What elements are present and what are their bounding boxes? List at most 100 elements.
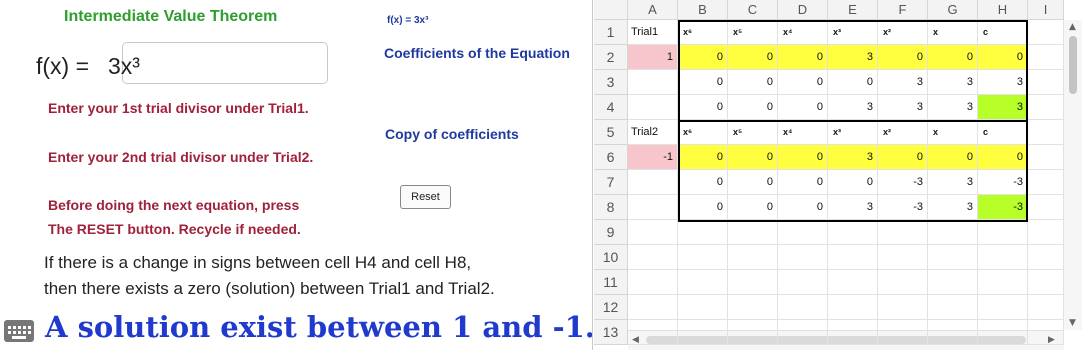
cell-a8[interactable] [628, 195, 678, 220]
cell-a1[interactable]: Trial1 [628, 20, 678, 45]
cell-e3[interactable]: 0 [828, 70, 878, 95]
cell-i10[interactable] [1028, 245, 1064, 270]
cell-g6[interactable]: 0 [928, 145, 978, 170]
cell-d9[interactable] [778, 220, 828, 245]
cell-i6[interactable] [1028, 145, 1064, 170]
cell-c12[interactable] [728, 295, 778, 320]
cell-a12[interactable] [628, 295, 678, 320]
column-header-d[interactable]: D [778, 0, 828, 20]
cell-c1[interactable]: x⁵ [728, 20, 778, 45]
cell-f11[interactable] [878, 270, 928, 295]
cell-c8[interactable]: 0 [728, 195, 778, 220]
cell-d4[interactable]: 0 [778, 95, 828, 120]
cell-f7[interactable]: -3 [878, 170, 928, 195]
cell-h9[interactable] [978, 220, 1028, 245]
cell-i2[interactable] [1028, 45, 1064, 70]
cell-g4[interactable]: 3 [928, 95, 978, 120]
cell-h10[interactable] [978, 245, 1028, 270]
cell-g1[interactable]: x [928, 20, 978, 45]
cell-g12[interactable] [928, 295, 978, 320]
cell-g3[interactable]: 3 [928, 70, 978, 95]
cell-f6[interactable]: 0 [878, 145, 928, 170]
cell-d1[interactable]: x⁴ [778, 20, 828, 45]
cell-a9[interactable] [628, 220, 678, 245]
cell-c11[interactable] [728, 270, 778, 295]
cell-c10[interactable] [728, 245, 778, 270]
cell-b9[interactable] [678, 220, 728, 245]
cell-d5[interactable]: x⁴ [778, 120, 828, 145]
column-header-b[interactable]: B [678, 0, 728, 20]
scroll-down-icon[interactable]: ▼ [1069, 318, 1076, 328]
cell-e8[interactable]: 3 [828, 195, 878, 220]
cell-d2[interactable]: 0 [778, 45, 828, 70]
column-header-e[interactable]: E [828, 0, 878, 20]
cell-f1[interactable]: x² [878, 20, 928, 45]
cell-h7[interactable]: -3 [978, 170, 1028, 195]
cell-a2[interactable]: 1 [628, 45, 678, 70]
cell-h1[interactable]: c [978, 20, 1028, 45]
row-header-4[interactable]: 4 [594, 95, 628, 120]
cell-h2[interactable]: 0 [978, 45, 1028, 70]
cell-f9[interactable] [878, 220, 928, 245]
cell-i11[interactable] [1028, 270, 1064, 295]
cell-g9[interactable] [928, 220, 978, 245]
panel-divider[interactable] [592, 0, 593, 350]
row-header-3[interactable]: 3 [594, 70, 628, 95]
cell-i1[interactable] [1028, 20, 1064, 45]
vertical-scroll-thumb[interactable] [1069, 36, 1077, 94]
column-header-f[interactable]: F [878, 0, 928, 20]
cell-b8[interactable]: 0 [678, 195, 728, 220]
cell-b1[interactable]: x⁶ [678, 20, 728, 45]
cell-c13[interactable] [728, 320, 778, 345]
cell-g10[interactable] [928, 245, 978, 270]
row-header-13[interactable]: 13 [594, 320, 628, 345]
cell-f4[interactable]: 3 [878, 95, 928, 120]
cell-i12[interactable] [1028, 295, 1064, 320]
cell-h12[interactable] [978, 295, 1028, 320]
cell-b2[interactable]: 0 [678, 45, 728, 70]
cell-g5[interactable]: x [928, 120, 978, 145]
cell-b6[interactable]: 0 [678, 145, 728, 170]
cell-e13[interactable] [828, 320, 878, 345]
cell-e6[interactable]: 3 [828, 145, 878, 170]
cell-f12[interactable] [878, 295, 928, 320]
row-header-11[interactable]: 11 [594, 270, 628, 295]
cell-i9[interactable] [1028, 220, 1064, 245]
column-header-h[interactable]: H [978, 0, 1028, 20]
cell-b10[interactable] [678, 245, 728, 270]
cell-g8[interactable]: 3 [928, 195, 978, 220]
scroll-up-icon[interactable]: ▲ [1069, 22, 1076, 32]
corner-cell[interactable] [594, 0, 628, 20]
cell-g13[interactable] [928, 320, 978, 345]
cell-b5[interactable]: x⁶ [678, 120, 728, 145]
cell-a10[interactable] [628, 245, 678, 270]
column-header-i[interactable]: I [1028, 0, 1064, 20]
row-header-12[interactable]: 12 [594, 295, 628, 320]
row-header-10[interactable]: 10 [594, 245, 628, 270]
cell-d7[interactable]: 0 [778, 170, 828, 195]
cell-c6[interactable]: 0 [728, 145, 778, 170]
cell-b4[interactable]: 0 [678, 95, 728, 120]
cell-d3[interactable]: 0 [778, 70, 828, 95]
column-header-g[interactable]: G [928, 0, 978, 20]
cell-d6[interactable]: 0 [778, 145, 828, 170]
cell-a11[interactable] [628, 270, 678, 295]
cell-h6[interactable]: 0 [978, 145, 1028, 170]
cell-i3[interactable] [1028, 70, 1064, 95]
cell-h4[interactable]: 3 [978, 95, 1028, 120]
cell-f3[interactable]: 3 [878, 70, 928, 95]
cell-d12[interactable] [778, 295, 828, 320]
cell-e2[interactable]: 3 [828, 45, 878, 70]
row-header-2[interactable]: 2 [594, 45, 628, 70]
cell-h8[interactable]: -3 [978, 195, 1028, 220]
cell-f2[interactable]: 0 [878, 45, 928, 70]
cell-i8[interactable] [1028, 195, 1064, 220]
column-header-a[interactable]: A [628, 0, 678, 20]
cell-b13[interactable] [678, 320, 728, 345]
cell-e4[interactable]: 3 [828, 95, 878, 120]
cell-e10[interactable] [828, 245, 878, 270]
cell-d13[interactable] [778, 320, 828, 345]
cell-c4[interactable]: 0 [728, 95, 778, 120]
cell-g2[interactable]: 0 [928, 45, 978, 70]
cell-h3[interactable]: 3 [978, 70, 1028, 95]
